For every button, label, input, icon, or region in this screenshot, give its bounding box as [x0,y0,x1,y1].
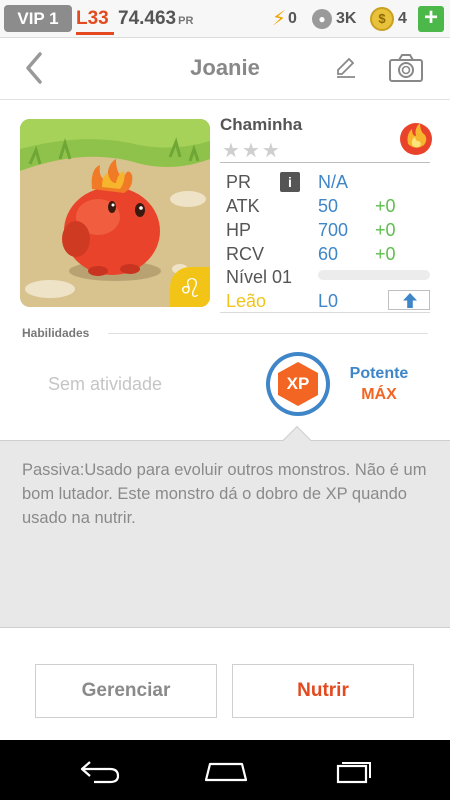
player-level: L33 [76,8,109,29]
gold-coin-icon: $ [370,6,394,31]
stat-label-atk: ATK [226,196,260,216]
zodiac-upgrade-button[interactable] [388,290,430,310]
description-text: Passiva:Usado para evoluir outros monstr… [22,461,427,527]
paw-icon: ● [312,8,332,29]
pencil-icon [337,57,355,78]
star-icon: ★ [261,140,282,162]
stat-value-rcv: 60 [318,244,339,264]
vip-badge[interactable]: VIP 1 [4,5,72,32]
system-navigation-bar [0,740,450,800]
arrow-up-icon [403,293,417,308]
level-label: Nível 01 [226,267,293,287]
star-icon: ★ [241,140,262,162]
lightning-icon: ⚡ [272,8,287,30]
stat-label-pr: PR [226,172,252,192]
rename-button[interactable] [334,54,358,80]
pr-info-button[interactable]: i [280,172,300,192]
feed-button[interactable]: Nutrir [232,664,414,718]
energy-counter[interactable]: ⚡ 0 [272,5,297,32]
stat-value-atk: 50 [318,196,339,216]
nav-recents-icon[interactable] [332,758,372,784]
top-status-bar: VIP 1 L33 74.463 PR ⚡ 0 ● 3K $ 4 + [0,0,450,38]
no-activity-text: Sem atividade [48,374,163,394]
gold-counter[interactable]: $ 4 [370,5,407,32]
monster-portrait[interactable]: ♌ [20,119,210,307]
paw-value: 3K [336,9,357,27]
stat-bonus-rcv: +0 [375,244,396,264]
player-level-bar [76,32,114,35]
stat-label-rcv: RCV [226,244,265,264]
add-currency-button[interactable]: + [418,6,444,32]
level-progress-bar [318,270,430,280]
nav-home-icon[interactable] [202,758,250,784]
divider [220,312,430,313]
nav-back-icon[interactable] [78,758,122,784]
coins-display: 74.463 PR [118,5,193,35]
divider [220,162,430,163]
ability-power-label: Potente [349,365,409,382]
monster-species-name: Chaminha [220,115,303,134]
camera-icon [389,54,423,82]
zodiac-level: L0 [318,291,339,311]
camera-button[interactable] [388,53,424,83]
zodiac-leo-icon: ♌ [170,267,210,307]
fire-element-icon [398,118,434,156]
paw-counter[interactable]: ● 3K [312,5,356,32]
stat-label-hp: HP [226,220,252,240]
xp-ability-badge[interactable]: XP [266,352,330,416]
gold-value: 4 [398,9,407,27]
divider [108,333,428,334]
stat-value-hp: 700 [318,220,349,240]
page-header: Joanie [0,38,450,100]
page-title: Joanie [190,55,260,80]
manage-button[interactable]: Gerenciar [35,664,217,718]
xp-icon: XP [278,362,318,406]
stat-bonus-atk: +0 [375,196,396,216]
xp-badge-ring: XP [270,356,326,412]
star-icon: ★ [222,140,242,162]
coins-value: 74.463 [118,8,177,29]
stat-bonus-hp: +0 [375,220,396,240]
abilities-section-label: Habilidades [22,326,90,340]
star-rating: ★★★ [222,138,282,163]
zodiac-label: Leão [226,291,267,311]
ability-power-level: MÁX [361,386,397,403]
stat-value-pr: N/A [318,172,349,192]
energy-value: 0 [288,9,297,27]
coins-unit: PR [178,15,194,27]
